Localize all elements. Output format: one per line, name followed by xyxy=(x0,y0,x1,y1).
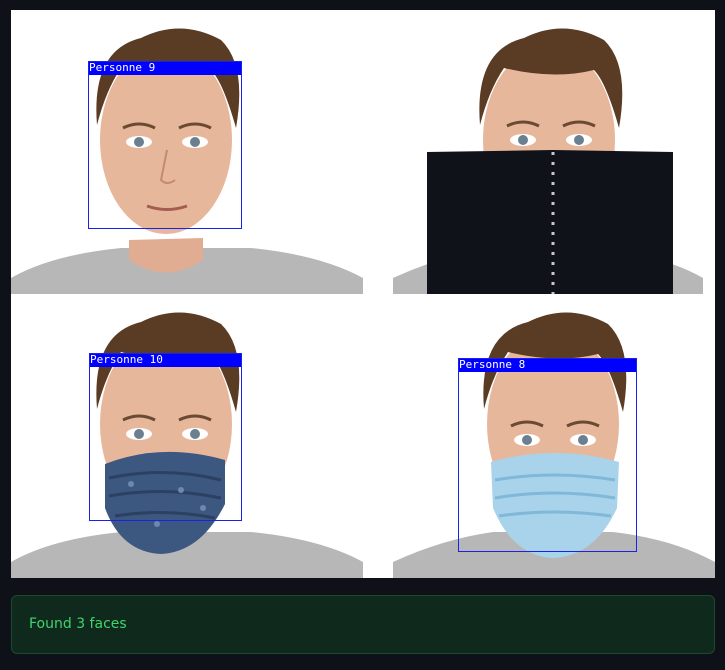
photo-panel-plain: Personne 9 xyxy=(11,10,363,294)
face-illustration xyxy=(363,10,715,294)
face-bounding-box xyxy=(89,353,242,521)
status-message: Found 3 faces xyxy=(29,616,127,632)
status-alert: Found 3 faces xyxy=(11,595,715,654)
face-bounding-box xyxy=(88,61,242,229)
photo-panel-covered xyxy=(363,10,715,294)
photo-panel-surgical-mask: Personne 8 xyxy=(363,294,715,578)
result-image: Personne 9 Personne 10 Personne 8 xyxy=(11,10,715,578)
photo-panel-cloth-mask: Personne 10 xyxy=(11,294,363,578)
face-bounding-box xyxy=(458,358,637,552)
